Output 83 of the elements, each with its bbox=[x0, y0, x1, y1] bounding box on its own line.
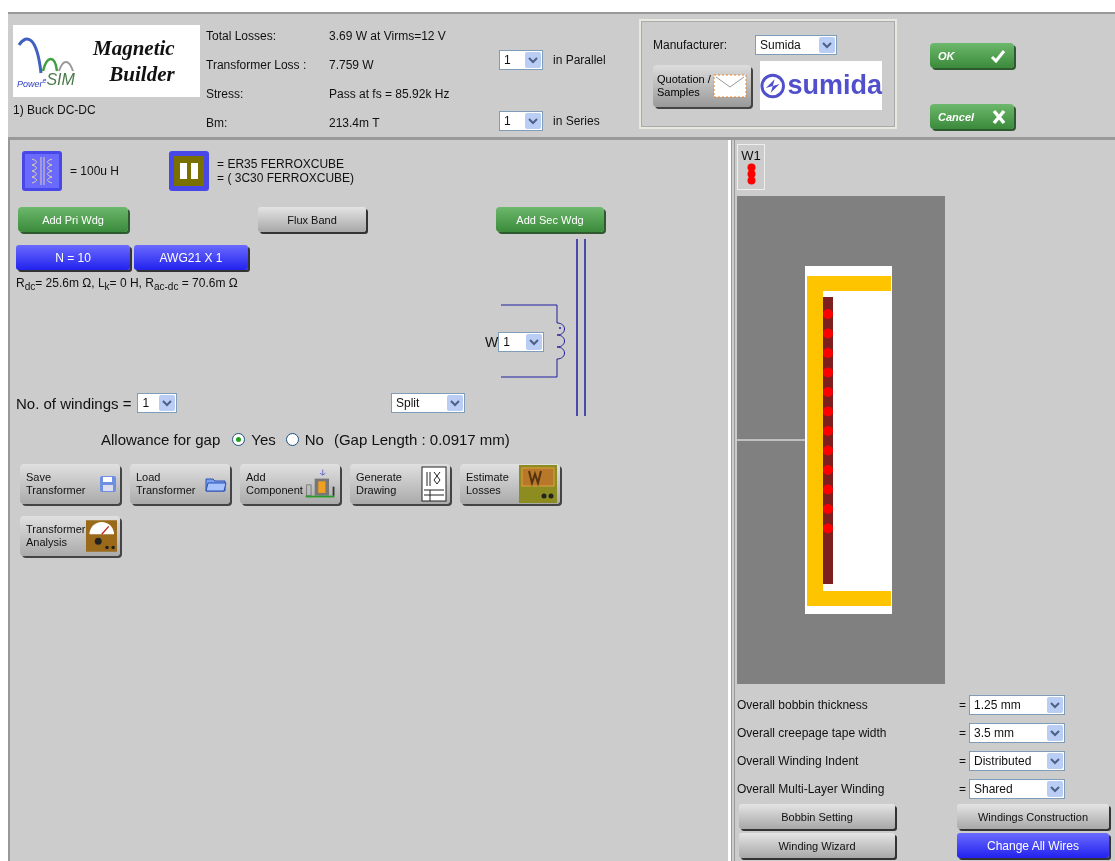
equals-sign: = bbox=[959, 698, 967, 712]
turns-button[interactable]: N = 10 bbox=[16, 245, 130, 270]
series-dropdown[interactable]: 1 bbox=[499, 111, 543, 131]
flux-band-button[interactable]: Flux Band bbox=[258, 207, 366, 232]
setting-label: Overall bobbin thickness bbox=[737, 698, 869, 712]
parallel-label: in Parallel bbox=[553, 53, 606, 67]
equals-sign: = bbox=[959, 754, 967, 768]
save-button[interactable]: Save Transformer bbox=[20, 464, 120, 504]
manufacturer-label: Manufacturer: bbox=[653, 38, 728, 52]
core-value: = ER35 FERROXCUBE bbox=[217, 157, 346, 171]
dots-icon bbox=[746, 163, 756, 185]
summary-value: Pass at fs = 85.92k Hz bbox=[329, 86, 451, 101]
settings-button[interactable]: Bobbin Setting bbox=[739, 804, 895, 829]
winding-label: W bbox=[485, 334, 499, 350]
chevron-icon bbox=[159, 395, 176, 411]
parallel-dropdown[interactable]: 1 bbox=[499, 50, 543, 70]
brand-text: SIM bbox=[46, 71, 75, 89]
wire-button[interactable]: AWG21 X 1 bbox=[134, 245, 248, 270]
check-icon bbox=[990, 48, 1006, 63]
meter-icon bbox=[519, 465, 557, 503]
summary-label: Bm: bbox=[206, 115, 229, 130]
core-icon[interactable] bbox=[169, 151, 210, 191]
transformer-icon[interactable] bbox=[22, 151, 62, 191]
envelope-icon bbox=[713, 73, 747, 98]
summary-label: Transformer Loss : bbox=[206, 57, 308, 72]
manufacturer-dropdown[interactable]: Sumida bbox=[755, 35, 838, 55]
arrangement-dropdown[interactable]: Split bbox=[391, 393, 465, 413]
chevron-icon bbox=[819, 37, 836, 53]
drawing-icon bbox=[421, 466, 447, 502]
resistance-text: R$_{dc}$= 25.6m Ω, L$_{k}$= 0 H, R$_{ac-dc}$ = 70.6m Ω bbox=[16, 276, 239, 293]
folder-icon bbox=[205, 476, 227, 492]
logo-title: Magnetic bbox=[93, 35, 175, 61]
load-button[interactable]: Load Transformer bbox=[130, 464, 230, 504]
setting-label: Overall Multi-Layer Winding bbox=[737, 782, 886, 796]
summary-value: 3.69 W at Virms=12 V bbox=[329, 28, 447, 43]
summary-label: Stress: bbox=[206, 86, 245, 101]
setting-dropdown[interactable]: Shared bbox=[969, 779, 1065, 799]
drawing-button[interactable]: Generate Drawing bbox=[350, 464, 450, 504]
settings-button[interactable]: Winding Wizard bbox=[739, 833, 895, 858]
topology-label: 1) Buck DC-DC bbox=[13, 103, 97, 117]
chevron-icon bbox=[1047, 753, 1063, 769]
chevron-icon bbox=[526, 334, 543, 350]
gap-length-text: (Gap Length : 0.0917 mm) bbox=[333, 431, 510, 448]
setting-label: Overall Winding Indent bbox=[737, 754, 860, 768]
x-icon bbox=[992, 108, 1006, 125]
setting-dropdown[interactable]: 3.5 mm bbox=[969, 723, 1065, 743]
chevron-icon bbox=[525, 113, 541, 129]
series-label: in Series bbox=[553, 114, 600, 128]
radio-label: No bbox=[304, 431, 324, 448]
setting-label: Overall creepage tape width bbox=[737, 726, 888, 740]
quotation-button[interactable]: Quotation / Samples bbox=[653, 64, 751, 107]
summary-label: Total Losses: bbox=[206, 28, 278, 43]
logo-title: Builder bbox=[109, 61, 175, 87]
radio-button[interactable] bbox=[285, 433, 299, 446]
chevron-icon bbox=[525, 52, 541, 68]
equals-sign: = bbox=[959, 782, 967, 796]
change-wires-button[interactable]: Change All Wires bbox=[957, 833, 1109, 858]
losses-button[interactable]: Estimate Losses bbox=[460, 464, 560, 504]
legend-label: W1 bbox=[741, 148, 761, 163]
chevron-icon bbox=[1047, 725, 1063, 741]
summary-value: 213.4m T bbox=[329, 115, 381, 130]
radio-button[interactable] bbox=[232, 433, 246, 446]
setting-dropdown[interactable]: Distributed bbox=[969, 751, 1065, 771]
chevron-icon bbox=[1047, 697, 1063, 713]
summary-value: 7.759 W bbox=[329, 57, 375, 72]
setting-dropdown[interactable]: 1.25 mm bbox=[969, 695, 1065, 715]
chevron-icon bbox=[1047, 781, 1063, 797]
swirl-logo-icon bbox=[760, 72, 786, 99]
windings-count-dropdown[interactable]: 1 bbox=[137, 393, 178, 413]
brand-text: Power$^{e}$ bbox=[17, 77, 47, 89]
analysis-button[interactable]: Transformer Analysis bbox=[20, 516, 120, 556]
chevron-icon bbox=[447, 395, 463, 411]
windings-count-label: No. of windings = bbox=[16, 394, 132, 412]
inductance-value: = 100u H bbox=[70, 164, 120, 178]
radio-label: Yes bbox=[251, 431, 276, 448]
equals-sign: = bbox=[959, 726, 967, 740]
component-button[interactable]: Add Component bbox=[240, 464, 340, 504]
gauge-icon bbox=[85, 518, 117, 554]
core-value: = ( 3C30 FERROXCUBE) bbox=[217, 171, 355, 185]
settings-button[interactable]: Windings Construction bbox=[957, 804, 1109, 829]
gap-label: Allowance for gap bbox=[101, 431, 221, 448]
manufacturer-logo: sumida bbox=[760, 61, 882, 110]
winding-dropdown[interactable]: 1 bbox=[498, 332, 545, 352]
